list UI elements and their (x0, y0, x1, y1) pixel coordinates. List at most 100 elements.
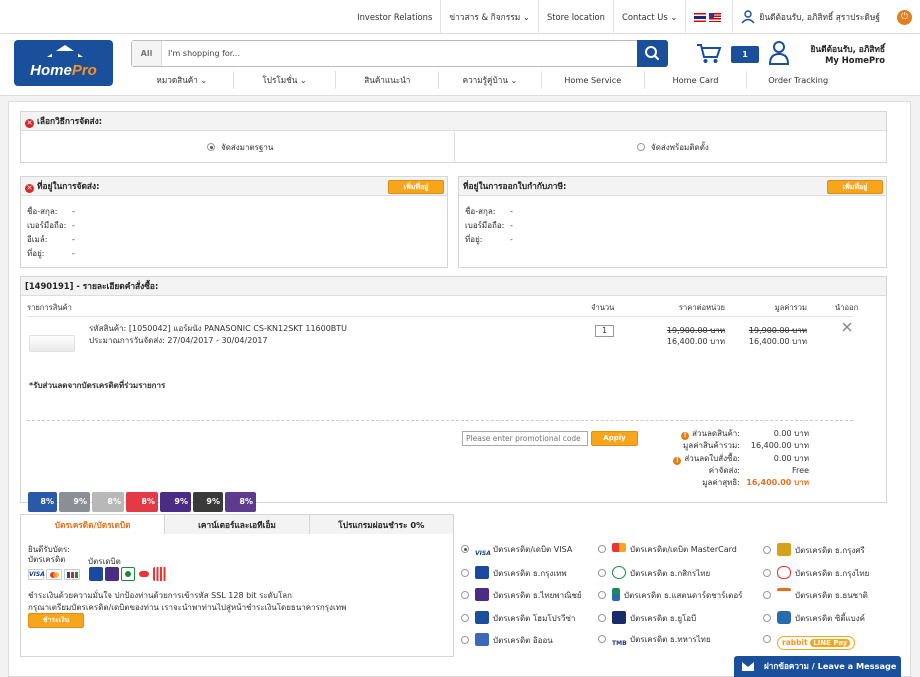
account-greeting[interactable]: ยินดีต้อนรับ, อภิสิทธิ์ My HomePro (795, 44, 885, 66)
envelope-icon (742, 662, 754, 671)
cart-icon[interactable] (696, 42, 722, 64)
contact-us-dropdown[interactable]: Contact Us ⌄ (612, 0, 685, 34)
tab-installment[interactable]: โปรแกรมผ่อนชำระ 0% (308, 515, 453, 534)
user-icon (741, 10, 755, 24)
checkout-main: ✕ เลือกวิธีการจัดส่ง: จัดส่งมาตรฐาน จัดส่… (8, 101, 911, 677)
ktc-bank-icon (137, 567, 151, 581)
field-row: ชื่อ-สกุล: - (465, 207, 513, 216)
nav-promotions[interactable]: โปรโมชั่น ⌄ (232, 71, 336, 89)
pay-option-aeon[interactable]: บัตรเครดิต อิออน (461, 633, 553, 648)
nav-recommended[interactable]: สินค้าแนะนำ (335, 71, 438, 89)
remove-item-icon[interactable] (842, 322, 852, 332)
card-badge: 8% (28, 492, 57, 512)
top-user-greeting[interactable]: ยินดีต้อนรับ, อภิสิทธิ์ สุราประดิษฐ์ (732, 0, 888, 34)
delivery-standard-option[interactable]: จัดส่งมาตรฐาน (207, 141, 273, 154)
pay-option-rabbit-linepay[interactable]: rabbit LINE Pay (763, 633, 856, 650)
tax-address-header: ที่อยู่ในการออกใบกำกับภาษี: (459, 177, 886, 196)
promo-code-input[interactable] (462, 431, 588, 446)
summary-row: มูลค่าสินค้ารวม: 16,400.00 บาท (683, 441, 809, 451)
account-icon[interactable] (768, 41, 790, 65)
rabbit-linepay-logo: rabbit LINE Pay (777, 636, 856, 650)
tax-fields: ชื่อ-สกุล: - เบอร์มือถือ: - ที่อยู่: - (465, 205, 513, 247)
delivery-method-panel: ✕ เลือกวิธีการจัดส่ง: จัดส่งมาตรฐาน จัดส่… (20, 111, 887, 163)
tab-counter-atm[interactable]: เคาน์เตอร์และเอทีเอ็ม (164, 515, 308, 534)
col-header-total: มูลค่ารวม (774, 303, 807, 312)
delivery-estimate: ประมาณการวันจัดส่ง: 27/04/2017 - 30/04/2… (89, 335, 268, 345)
tax-address-panel: ที่อยู่ในการออกใบกำกับภาษี: เพิ่มที่อยู่… (458, 176, 887, 268)
pay-option-bangkok-bank[interactable]: บัตรเครดิต ธ.กรุงเทพ (461, 566, 567, 581)
thai-flag-icon[interactable] (694, 12, 707, 22)
order-details-panel: [1490191] - รายละเอียดคำสั่งซื้อ: รายการ… (20, 276, 887, 503)
quantity-input[interactable]: 1 (595, 325, 614, 337)
homepro-logo[interactable]: HomePro (14, 40, 113, 86)
store-location-link[interactable]: Store location (537, 0, 613, 34)
add-shipping-address-button[interactable]: เพิ่มที่อยู่ (388, 180, 444, 194)
pay-option-citibank[interactable]: บัตรเครดิต ซิตี้แบงค์ (763, 611, 865, 626)
bangkok-bank-icon (475, 566, 489, 579)
line-total: 19,900.00 บาท 16,400.00 บาท (721, 325, 807, 347)
nav-categories[interactable]: หมวดสินค้า ⌄ (131, 71, 233, 89)
card-badge: 9% (160, 492, 191, 512)
info-icon[interactable]: ! (673, 456, 682, 465)
delivery-install-option[interactable]: จัดส่งพร้อมติดตั้ง (637, 141, 709, 154)
shipping-address-header: ✕ ที่อยู่ในการจัดส่ง: (21, 177, 447, 196)
search-scope[interactable]: All (132, 41, 162, 66)
pay-option-thanachart[interactable]: บัตรเครดิต ธ.ธนชาติ (763, 588, 868, 603)
col-header-product: รายการสินค้า (27, 303, 72, 312)
visa-icon: VISA (475, 547, 491, 560)
main-nav: หมวดสินค้า ⌄ โปรโมชั่น ⌄ สินค้าแนะนำ ควา… (131, 71, 849, 89)
order-summary: ! ส่วนลดสินค้า: 0.00 บาท มูลค่าสินค้ารวม: 1… (646, 428, 809, 489)
search-button[interactable] (637, 40, 668, 67)
us-flag-icon[interactable] (709, 12, 722, 22)
pay-option-standard-chartered[interactable]: บัตรเครดิต ธ.แสตนดาร์ดชาร์เตอร์ (598, 588, 742, 603)
radio-unselected[interactable] (637, 143, 645, 151)
chevron-down-icon: ⌄ (670, 12, 678, 22)
cart-count-badge[interactable]: 1 (731, 46, 759, 63)
nav-home-service[interactable]: Home Service (540, 71, 644, 89)
pay-option-krungsri[interactable]: บัตรเครดิต ธ.กรุงศรี (763, 543, 865, 558)
unit-price-original: 19,900.00 บาท (666, 326, 725, 335)
thanachart-bank-icon (777, 588, 791, 601)
tmb-bank-icon: TMB (612, 637, 627, 650)
logout-power-icon[interactable]: ⏻ (897, 10, 912, 25)
investor-relations-link[interactable]: Investor Relations (349, 0, 440, 34)
kbank-icon (612, 566, 626, 579)
nav-home-card[interactable]: Home Card (643, 71, 747, 89)
pay-option-visa[interactable]: VISA บัตรเครดิต/เดบิต VISA (461, 543, 572, 560)
nav-order-tracking[interactable]: Order Tracking (746, 71, 849, 89)
top-links: Investor Relations ข่าวสาร & กิจกรรม ⌄ S… (349, 0, 888, 34)
homepro-visa-icon (475, 611, 489, 624)
radio-selected[interactable] (207, 143, 215, 151)
pay-option-scb[interactable]: บัตรเครดิต ธ.ไทยพาณิชย์ (461, 588, 582, 603)
add-tax-address-button[interactable]: เพิ่มที่อยู่ (827, 180, 883, 194)
summary-row: ค่าจัดส่ง: Free (708, 465, 809, 475)
pay-option-tmb[interactable]: TMB บัตรเครดิต ธ.ทหารไทย (598, 633, 711, 650)
product-thumbnail[interactable] (29, 335, 75, 352)
uob-bank-icon (612, 611, 626, 624)
search-input[interactable] (168, 41, 628, 66)
contact-us-label: Contact Us (621, 12, 668, 22)
kbank-icon (121, 567, 135, 581)
mastercard-icon (46, 569, 62, 580)
pay-option-uob[interactable]: บัตรเครดิต ธ.ยูโอบี (598, 611, 696, 626)
news-dropdown[interactable]: ข่าวสาร & กิจกรรม ⌄ (440, 0, 538, 34)
language-switch (685, 0, 732, 34)
leave-message-button[interactable]: ฝากข้อความ / Leave a Message (734, 656, 901, 677)
product-name[interactable]: รหัสสินค้า: [1050042] แอร์ผนัง PANASONIC… (89, 323, 347, 335)
pay-now-button[interactable]: ชำระเงิน (28, 613, 84, 628)
field-row: ที่อยู่: - (27, 249, 75, 258)
visa-card-icon: VISA (28, 569, 45, 580)
shipping-address-panel: ✕ ที่อยู่ในการจัดส่ง: เพิ่มที่อยู่ ชื่อ-ส… (20, 176, 448, 268)
pay-option-krungthai[interactable]: บัตรเครดิต ธ.กรุงไทย (763, 566, 869, 581)
pay-option-kbank[interactable]: บัตรเครดิต ธ.กสิกรไทย (598, 566, 710, 581)
shipping-fields: ชื่อ-สกุล: - เบอร์มือถือ: - อีเมล์: - ที่อย… (27, 205, 75, 261)
info-icon[interactable]: ! (681, 432, 690, 440)
nav-knowledge[interactable]: ความรู้คู่บ้าน ⌄ (438, 71, 541, 89)
apply-promo-button[interactable]: Apply (591, 431, 638, 446)
order-details-header: [1490191] - รายละเอียดคำสั่งซื้อ: (21, 277, 886, 296)
field-row: ที่อยู่: - (465, 235, 513, 244)
pay-option-mastercard[interactable]: บัตรเครดิต/เดบิต MasterCard (598, 543, 737, 557)
tab-credit-debit[interactable]: บัตรเครดิต/บัตรเดบิต (21, 515, 165, 534)
pay-option-homepro-visa[interactable]: บัตรเครดิต โฮมโปรวีซ่า (461, 611, 575, 626)
line-total-sale: 16,400.00 บาท (748, 337, 807, 346)
